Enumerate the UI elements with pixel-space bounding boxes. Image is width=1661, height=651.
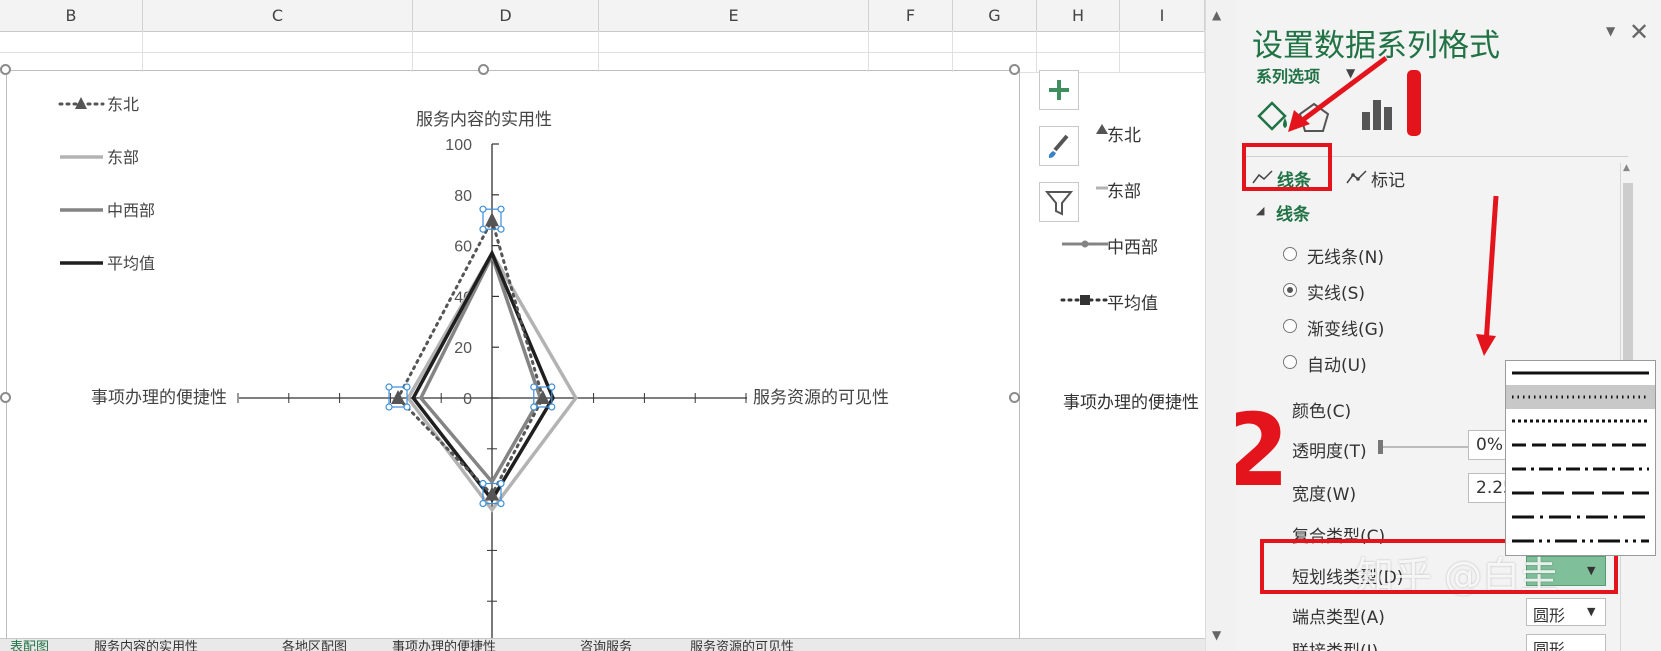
sheet-tab[interactable]: 表配图 <box>10 636 49 651</box>
radar-chart[interactable]: 东北 东部 中西部 平均值 0 20 40 60 80 100 服务内容的实用性 服务资源的可见… <box>6 70 1020 651</box>
tick-label: 0 <box>463 391 472 408</box>
dash-style-long-dash[interactable] <box>1506 481 1655 505</box>
dash-style-square-dot[interactable] <box>1506 409 1655 433</box>
column-header[interactable]: C <box>143 0 413 31</box>
legend-label: 东北 <box>107 96 139 114</box>
column-header-bar: BCDEFGHI <box>0 0 1215 32</box>
data-point-marker[interactable] <box>485 212 499 227</box>
dash-style-preview <box>1512 491 1649 495</box>
outside-axis-label: 事项办理的便捷性 <box>1063 393 1199 413</box>
selection-handle[interactable] <box>479 479 487 488</box>
dash-style-preview <box>1512 467 1649 471</box>
grid-line <box>952 31 953 72</box>
vertical-scrollbar[interactable]: ▲ ▼ <box>1205 0 1236 651</box>
axis-label-top: 服务内容的实用性 <box>416 110 552 129</box>
dash-style-preview <box>1512 395 1649 399</box>
legend-label: 中西部 <box>107 202 155 220</box>
grid-line <box>412 31 413 72</box>
dash-style-long-dash-dot-dot[interactable] <box>1506 529 1655 553</box>
column-header[interactable]: F <box>869 0 953 31</box>
legend-label: 平均值 <box>107 255 155 273</box>
outside-legend-swatches <box>1060 124 1110 305</box>
column-header[interactable]: D <box>413 0 599 31</box>
dash-style-preview <box>1512 515 1649 519</box>
spreadsheet-area: BCDEFGHI ▲ ▼ 东北 东部 中西部 平均值 0 20 40 60 80 100 服务内… <box>0 0 1236 651</box>
selection-handle[interactable] <box>497 225 505 233</box>
grid-line <box>1036 31 1037 72</box>
grid-line <box>598 31 599 72</box>
selection-handle[interactable] <box>548 383 556 391</box>
scroll-up-icon[interactable]: ▲ <box>1212 8 1221 22</box>
column-header[interactable]: I <box>1120 0 1205 31</box>
selection-handle[interactable] <box>497 479 505 488</box>
column-header[interactable]: E <box>599 0 869 31</box>
dash-style-preview <box>1512 371 1649 375</box>
grid-line <box>1119 31 1120 72</box>
tick-label: 20 <box>454 340 472 357</box>
tick-label: 60 <box>454 239 472 256</box>
chart-resize-handle[interactable] <box>1009 64 1020 75</box>
selection-handle[interactable] <box>497 205 505 213</box>
selection-handle[interactable] <box>530 403 538 411</box>
radar-chart-canvas: 东北东部中西部平均值 020406080100 服务内容的实用性 服务资源的可见… <box>58 96 889 651</box>
tick-label: 80 <box>454 188 472 205</box>
selection-handle[interactable] <box>548 403 556 411</box>
column-header[interactable]: B <box>0 0 143 31</box>
grid-line <box>868 31 869 72</box>
dash-style-long-dash-dot[interactable] <box>1506 505 1655 529</box>
dash-style-dash-dot[interactable] <box>1506 457 1655 481</box>
plus-icon <box>1049 80 1069 100</box>
sheet-tab-bar[interactable]: 表配图 服务内容的实用性 各地区配图 事项办理的便捷性 咨询服务 服务资源的可见性 <box>0 638 1205 651</box>
legend-label: 东部 <box>107 149 139 167</box>
sheet-tab[interactable]: 各地区配图 <box>282 636 347 651</box>
selection-handle[interactable] <box>479 225 487 233</box>
selection-handle[interactable] <box>479 205 487 213</box>
dash-style-solid[interactable] <box>1506 361 1655 385</box>
selection-handle[interactable] <box>530 383 538 391</box>
sheet-tab[interactable]: 事项办理的便捷性 <box>392 636 496 651</box>
chart-elements-button[interactable] <box>1039 70 1079 110</box>
selection-handle[interactable] <box>385 403 393 411</box>
dash-style-preview <box>1512 539 1649 543</box>
chart-resize-handle[interactable] <box>1009 392 1020 403</box>
axis-label-right: 服务资源的可见性 <box>753 388 889 407</box>
chart-resize-handle[interactable] <box>0 392 11 403</box>
legend-marker <box>1080 295 1090 305</box>
grid-line <box>142 31 143 72</box>
column-header[interactable]: G <box>953 0 1037 31</box>
axis-label-left: 事项办理的便捷性 <box>91 388 227 407</box>
dash-style-preview <box>1512 419 1649 423</box>
tick-label: 100 <box>445 137 472 154</box>
data-point-marker[interactable] <box>391 390 406 404</box>
dash-style-preview <box>1512 443 1649 447</box>
selection-handle[interactable] <box>403 383 411 391</box>
dash-style-dash[interactable] <box>1506 433 1655 457</box>
selection-handle[interactable] <box>403 403 411 411</box>
legend-marker <box>1096 124 1108 134</box>
selection-handle[interactable] <box>479 499 487 508</box>
legend-marker <box>1081 240 1089 248</box>
scroll-down-icon[interactable]: ▼ <box>1212 628 1221 642</box>
grid-row[interactable] <box>0 31 1215 53</box>
sheet-tab[interactable]: 咨询服务 <box>580 636 632 651</box>
radar-series-group <box>385 205 578 513</box>
selection-handle[interactable] <box>385 383 393 391</box>
chart-resize-handle[interactable] <box>0 64 11 75</box>
dash-type-dropdown-list[interactable] <box>1505 360 1656 556</box>
chart-legend[interactable]: 东北东部中西部平均值 <box>58 96 155 273</box>
sheet-tab[interactable]: 服务内容的实用性 <box>94 636 198 651</box>
chart-resize-handle[interactable] <box>478 64 489 75</box>
selection-handle[interactable] <box>497 499 505 508</box>
sheet-tab[interactable]: 服务资源的可见性 <box>690 636 794 651</box>
column-header[interactable]: H <box>1037 0 1120 31</box>
dash-style-round-dot[interactable] <box>1506 385 1655 409</box>
grid-line <box>1204 31 1205 72</box>
